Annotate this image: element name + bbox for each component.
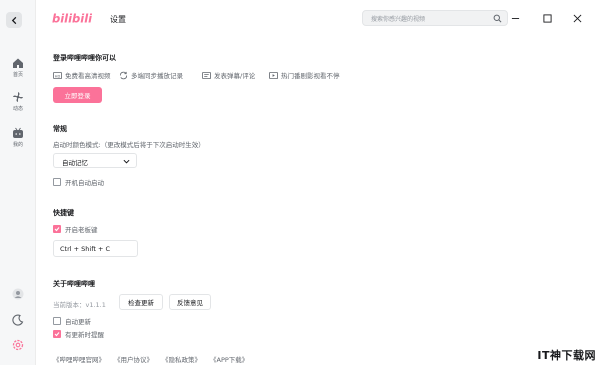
autostart-option[interactable]: 开机自动启动 — [53, 177, 104, 187]
auto-update-label: 自动更新 — [65, 318, 91, 326]
moon-icon — [12, 314, 24, 326]
boss-key-label: 开启老板键 — [65, 226, 98, 234]
shortcuts-section-title: 快捷键 — [53, 209, 74, 217]
link-app-download[interactable]: 《APP下载》 — [210, 354, 248, 364]
login-section-title: 登录哔哩哔哩你可以 — [53, 54, 116, 62]
avatar[interactable] — [0, 288, 36, 300]
home-icon — [13, 58, 23, 68]
sidebar-item-label: 动态 — [12, 106, 23, 112]
version-text: 当前版本：v1.1.1 — [53, 301, 106, 309]
theme-mode-label: 启动时颜色模式:（更改模式后将于下次启动时生效） — [53, 141, 205, 149]
update-notify-checkbox[interactable] — [53, 330, 61, 338]
auto-update-checkbox[interactable] — [53, 317, 61, 325]
auto-update-option[interactable]: 自动更新 — [53, 316, 91, 326]
sidebar-item-home[interactable]: 首页 — [0, 57, 36, 78]
feature-danmaku: 发表弹幕/评论 — [202, 70, 255, 80]
feature-bangumi: 热门番剧影视看不停 — [269, 70, 340, 80]
general-section-title: 常规 — [53, 125, 67, 133]
chevron-left-icon — [11, 16, 16, 24]
link-privacy-policy[interactable]: 《隐私政策》 — [162, 354, 201, 364]
link-user-agreement[interactable]: 《用户协议》 — [114, 354, 153, 364]
settings-page: 登录哔哩哔哩你可以 HD 免费看高清视频 多端同步播放记录 发表弹幕/评论 热门… — [36, 0, 600, 365]
update-notify-option[interactable]: 有更新时提醒 — [53, 329, 104, 339]
watermark: IT神下载网 — [537, 349, 596, 362]
hd-icon: HD — [53, 71, 62, 79]
chevron-down-icon — [123, 159, 130, 164]
autostart-label: 开机自动启动 — [65, 179, 104, 187]
autostart-checkbox[interactable] — [53, 178, 61, 186]
sidebar-item-dynamic[interactable]: 动态 — [0, 91, 36, 112]
footer-links: 《哔哩哔哩官网》 《用户协议》 《隐私政策》 《APP下载》 — [53, 354, 257, 364]
check-icon — [54, 227, 60, 232]
avatar-icon — [12, 288, 24, 300]
update-notify-label: 有更新时提醒 — [65, 331, 104, 339]
feature-hd-video: HD 免费看高清视频 — [53, 71, 111, 80]
play-icon — [269, 71, 278, 79]
link-official-site[interactable]: 《哔哩哔哩官网》 — [53, 354, 105, 364]
fan-icon — [13, 92, 23, 102]
gear-icon — [12, 339, 24, 351]
boss-key-option[interactable]: 开启老板键 — [53, 224, 98, 234]
about-section-title: 关于哔哩哔哩 — [53, 280, 95, 288]
svg-text:HD: HD — [55, 74, 61, 78]
theme-mode-select[interactable]: 自动记忆 — [53, 153, 137, 168]
boss-key-input[interactable]: Ctrl + Shift + C — [53, 240, 138, 257]
boss-key-value: Ctrl + Shift + C — [60, 245, 111, 253]
back-button[interactable] — [6, 12, 22, 28]
settings-nav[interactable] — [0, 339, 36, 351]
boss-key-checkbox[interactable] — [53, 225, 61, 233]
sidebar-item-label: 首页 — [12, 72, 23, 78]
theme-mode-value: 自动记忆 — [62, 159, 88, 167]
sidebar-item-mine[interactable]: 我的 — [0, 127, 36, 148]
login-button[interactable]: 立即登录 — [53, 87, 102, 103]
danmaku-icon — [202, 71, 211, 79]
check-icon — [54, 332, 60, 337]
theme-toggle[interactable] — [0, 314, 36, 326]
feedback-button[interactable]: 反馈意见 — [169, 294, 211, 310]
check-update-button[interactable]: 检查更新 — [119, 294, 163, 310]
feature-sync-history: 多端同步播放记录 — [119, 70, 183, 80]
sidebar-item-label: 我的 — [12, 142, 23, 148]
tv-icon — [13, 127, 23, 138]
sidebar: 首页 动态 我的 — [0, 0, 36, 365]
sync-icon — [119, 71, 128, 79]
